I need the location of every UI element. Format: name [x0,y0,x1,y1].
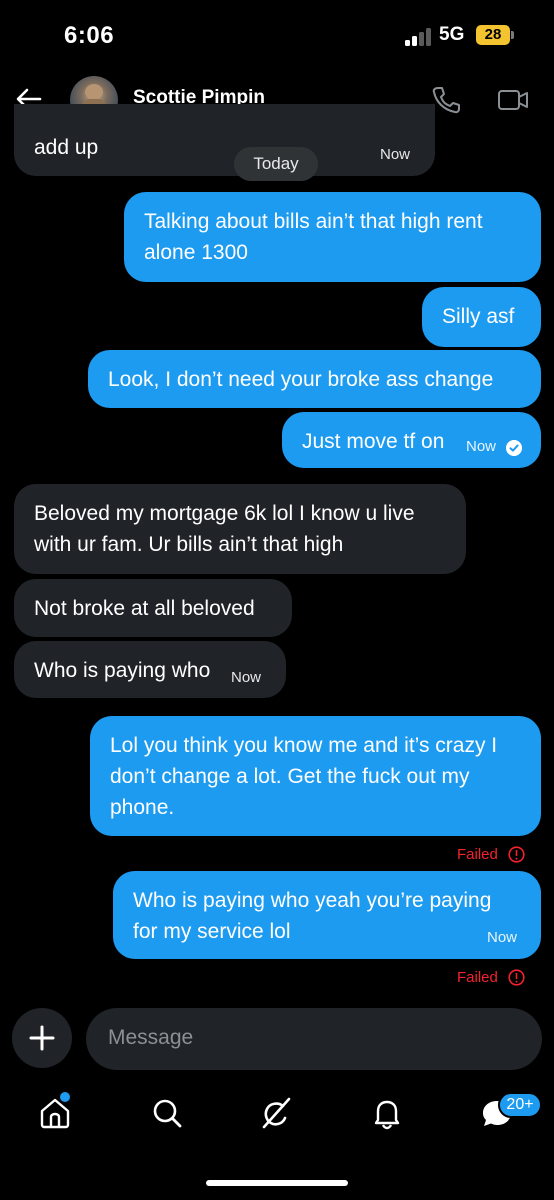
message-timestamp: Now [466,438,497,455]
home-indicator [206,1180,348,1186]
failed-status[interactable]: Failed [457,969,498,986]
messages-unread-badge: 20+ [498,1092,542,1118]
plus-icon [29,1025,55,1051]
message-text: Who is paying who [34,659,211,682]
incoming-message[interactable]: Beloved my mortgage 6k lol I know u live… [14,484,466,574]
cellular-signal-icon [405,28,433,46]
message-input-placeholder: Message [108,1026,194,1049]
message-text: add up [34,136,99,159]
message-timestamp: Now [380,146,411,163]
message-text: Talking about bills ain’t that high rent… [144,210,483,264]
battery-level: 28 [476,25,510,45]
outgoing-message[interactable]: Look, I don’t need your broke ass change [88,350,541,408]
outgoing-message[interactable]: Talking about bills ain’t that high rent… [124,192,541,282]
status-time: 6:06 [64,22,115,49]
notifications-bell-icon[interactable] [370,1096,404,1130]
message-timestamp: Now [231,669,262,686]
error-info-icon[interactable] [508,969,525,986]
message-text: Who is paying who yeah you’re paying for… [133,889,492,943]
outgoing-message[interactable]: Who is paying who yeah you’re paying for… [113,871,541,959]
message-text: Beloved my mortgage 6k lol I know u live… [34,502,415,556]
error-info-icon[interactable] [508,846,525,863]
outgoing-message[interactable]: Lol you think you know me and it’s crazy… [90,716,541,836]
network-type: 5G [439,24,465,45]
message-input[interactable]: Message [86,1008,542,1070]
add-attachment-button[interactable] [12,1008,72,1068]
incoming-message[interactable]: Not broke at all beloved [14,579,292,637]
outgoing-message[interactable]: Silly asf [422,287,541,347]
message-timestamp: Now [487,929,518,946]
outgoing-message[interactable]: Just move tf on [282,412,541,468]
failed-status[interactable]: Failed [457,846,498,863]
battery-icon: 28 [476,25,514,45]
status-bar: 6:06 5G 28 [0,0,554,72]
message-text: Silly asf [442,305,515,328]
search-icon[interactable] [150,1096,184,1130]
message-text: Not broke at all beloved [34,597,255,620]
incoming-message[interactable]: add up [14,104,435,176]
read-receipt-check-icon [506,440,522,456]
home-notification-dot [60,1092,70,1102]
grok-icon[interactable] [259,1096,293,1130]
video-call-icon[interactable] [496,84,530,116]
message-text: Look, I don’t need your broke ass change [108,368,494,391]
date-divider: Today [234,147,318,181]
message-text: Just move tf on [302,430,445,453]
message-text: Lol you think you know me and it’s crazy… [110,734,498,819]
